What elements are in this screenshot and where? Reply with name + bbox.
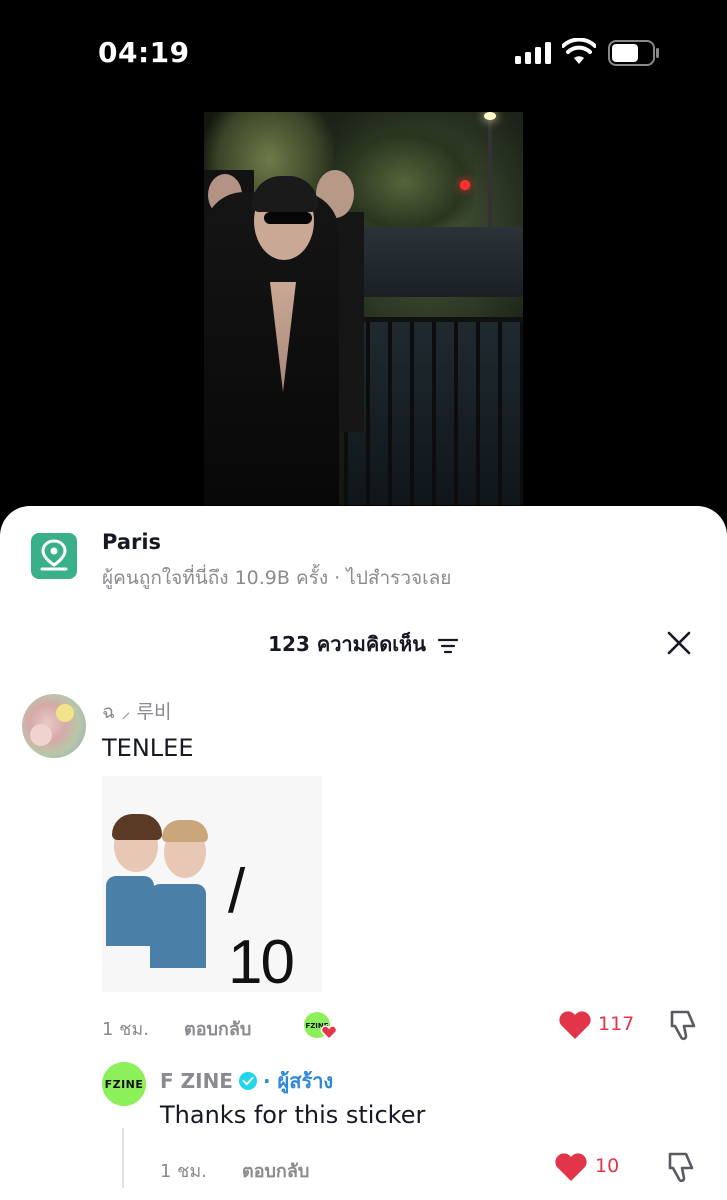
reply-button[interactable]: ตอบกลับ bbox=[242, 1156, 309, 1185]
avatar[interactable]: FZINE bbox=[102, 1062, 146, 1106]
thread-line bbox=[122, 1128, 124, 1188]
comment-sticker-image[interactable]: / 10 bbox=[102, 776, 322, 992]
status-bar: 04:19 bbox=[0, 0, 727, 100]
avatar[interactable] bbox=[22, 694, 86, 758]
wifi-icon bbox=[562, 38, 596, 64]
creator-liked-badge: FZINE bbox=[303, 1011, 338, 1041]
like-count: 117 bbox=[598, 1013, 635, 1035]
heart-icon[interactable] bbox=[558, 1010, 592, 1040]
comments-count-label: 123 ความคิดเห็น bbox=[268, 632, 426, 656]
reply-username[interactable]: F ZINE bbox=[160, 1069, 233, 1093]
reply-timestamp: 1 ชม. bbox=[160, 1161, 207, 1182]
close-icon[interactable] bbox=[664, 628, 694, 658]
reply-text: Thanks for this sticker bbox=[160, 1101, 426, 1129]
reply-button[interactable]: ตอบกลับ bbox=[184, 1014, 251, 1043]
comment-text: TENLEE bbox=[102, 734, 194, 762]
location-pin-icon[interactable] bbox=[31, 533, 77, 579]
reply-username-row[interactable]: F ZINE · ผู้สร้าง bbox=[160, 1065, 333, 1097]
sticker-score: / 10 bbox=[228, 857, 295, 992]
dislike-icon[interactable] bbox=[664, 1150, 696, 1184]
battery-icon bbox=[608, 40, 659, 66]
comment-timestamp: 1 ชม. bbox=[102, 1019, 149, 1040]
status-time: 04:19 bbox=[98, 36, 190, 69]
comment-username[interactable]: ฉ ⸝ 루비 bbox=[102, 697, 171, 727]
like-count: 10 bbox=[595, 1155, 620, 1177]
video-player[interactable] bbox=[204, 112, 523, 505]
location-title[interactable]: Paris bbox=[102, 530, 161, 554]
heart-icon[interactable] bbox=[554, 1152, 588, 1182]
location-subtitle[interactable]: ผู้คนถูกใจที่นี่ถึง 10.9B ครั้ง · ไปสำรว… bbox=[102, 563, 451, 593]
comments-header[interactable]: 123 ความคิดเห็น bbox=[0, 628, 727, 660]
creator-label: · ผู้สร้าง bbox=[262, 1069, 334, 1093]
dislike-icon[interactable] bbox=[666, 1008, 698, 1042]
avatar-text: FZINE bbox=[104, 1077, 144, 1091]
sort-filter-icon[interactable] bbox=[437, 637, 459, 655]
cellular-signal-icon bbox=[515, 42, 551, 64]
verified-badge-icon bbox=[238, 1072, 257, 1090]
